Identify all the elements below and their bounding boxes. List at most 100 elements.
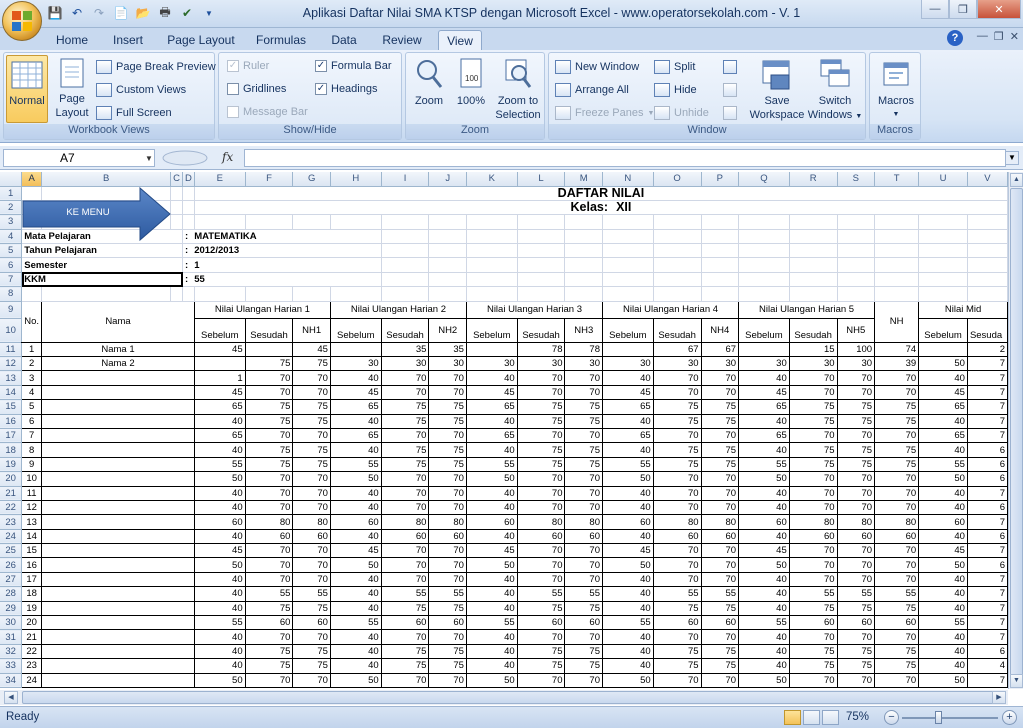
cell-value[interactable]: 70 <box>381 370 430 386</box>
spreadsheet-grid[interactable]: A B C D E F G H I J K L M N O P Q R S T U V 1 DAFTAR NILAI 2 Kela… <box>0 172 1008 689</box>
row-header[interactable]: 32 <box>0 644 23 660</box>
horizontal-scroll-thumb[interactable] <box>22 691 996 704</box>
row-header[interactable]: 14 <box>0 385 23 401</box>
cell-value[interactable]: 40 <box>194 572 246 588</box>
cell-value[interactable]: 60 <box>292 529 331 545</box>
cell-value[interactable]: 70 <box>701 572 740 588</box>
name-box-dropdown-icon[interactable]: ▼ <box>145 154 153 163</box>
cell-value[interactable]: 67 <box>653 342 702 358</box>
cell-value[interactable]: 40 <box>602 629 654 645</box>
full-screen-button[interactable]: Full Screen <box>96 104 172 122</box>
cell-value[interactable]: 60 <box>701 615 740 631</box>
cell[interactable] <box>874 243 920 259</box>
cell[interactable] <box>837 229 876 245</box>
cell-value[interactable]: 75 <box>517 442 566 458</box>
cell-value[interactable]: 75 <box>564 644 603 660</box>
cell-value[interactable]: 75 <box>292 442 331 458</box>
cell-value[interactable]: 55 <box>789 586 838 602</box>
cell-value[interactable]: 70 <box>517 500 566 516</box>
cell-value[interactable]: 40 <box>466 370 518 386</box>
cell-value[interactable]: 70 <box>245 486 294 501</box>
cell-value[interactable]: 75 <box>837 457 876 473</box>
cell-value[interactable]: 65 <box>918 399 968 415</box>
ruler-checkbox[interactable]: ✓ Ruler <box>227 57 269 75</box>
cell-value[interactable]: 40 <box>738 529 790 545</box>
cell[interactable] <box>738 272 790 288</box>
cell-value[interactable]: 40 <box>330 658 382 674</box>
cell-value[interactable]: 55 <box>517 586 566 602</box>
row-header[interactable]: 25 <box>0 543 23 559</box>
cell-value[interactable]: 75 <box>245 356 294 372</box>
cell-value[interactable]: 75 <box>428 442 467 458</box>
cell-value[interactable]: 7 <box>967 586 1008 602</box>
column-header-l[interactable]: L <box>517 172 566 187</box>
cell-no[interactable]: 10 <box>21 471 43 487</box>
cell-value[interactable]: 70 <box>381 428 430 444</box>
scroll-down-icon[interactable]: ▼ <box>1010 674 1023 688</box>
cell-value[interactable]: 75 <box>653 399 702 415</box>
cell-value[interactable]: 70 <box>517 471 566 487</box>
cell-value[interactable]: 40 <box>194 414 246 429</box>
cell[interactable] <box>738 214 790 230</box>
cell[interactable] <box>701 257 740 273</box>
cell-value[interactable]: 70 <box>837 471 876 487</box>
cell-value[interactable]: 75 <box>653 457 702 473</box>
cell-value[interactable]: 60 <box>701 529 740 545</box>
cell-value[interactable]: 40 <box>466 586 518 602</box>
cell-value[interactable]: 60 <box>194 514 246 530</box>
cell[interactable] <box>517 214 566 230</box>
cell-value[interactable]: 7 <box>967 414 1008 429</box>
cell-value[interactable]: 80 <box>292 514 331 530</box>
cell-value[interactable]: 70 <box>874 629 920 645</box>
cell-value[interactable]: 40 <box>466 601 518 617</box>
zoom-button[interactable]: Zoom <box>410 57 448 108</box>
cell-value[interactable]: 60 <box>653 615 702 631</box>
cell-value[interactable]: 70 <box>789 500 838 516</box>
cell[interactable] <box>564 229 603 245</box>
cell-value[interactable]: 40 <box>918 644 968 660</box>
cell-value[interactable]: 45 <box>330 543 382 559</box>
cell-value[interactable]: 40 <box>738 370 790 386</box>
cell-value[interactable]: 45 <box>918 543 968 559</box>
ke-menu-button[interactable]: KE MENU <box>22 186 172 242</box>
cell-value[interactable]: 50 <box>738 471 790 487</box>
column-header-g[interactable]: G <box>292 172 331 187</box>
cell-value[interactable]: 70 <box>428 543 467 559</box>
close-icon[interactable]: ✕ <box>977 0 1021 19</box>
column-header-n[interactable]: N <box>602 172 654 187</box>
cell-value[interactable]: 74 <box>874 342 920 358</box>
cell-no[interactable]: 9 <box>21 457 43 473</box>
row-header[interactable]: 19 <box>0 457 23 473</box>
row-header[interactable]: 22 <box>0 500 23 516</box>
cell-value[interactable]: 40 <box>330 414 382 429</box>
cell[interactable] <box>837 257 876 273</box>
cell-value[interactable]: 55 <box>564 586 603 602</box>
cell-value[interactable]: 40 <box>738 644 790 660</box>
cell[interactable] <box>517 243 566 259</box>
cell-value[interactable]: 40 <box>466 529 518 545</box>
cell-value[interactable]: 40 <box>194 486 246 501</box>
cell-value[interactable]: 40 <box>738 586 790 602</box>
cell-value[interactable]: 60 <box>789 615 838 631</box>
cell-value[interactable]: 70 <box>428 500 467 516</box>
row-header[interactable]: 11 <box>0 342 23 358</box>
row-header[interactable]: 30 <box>0 615 23 631</box>
cell-value[interactable]: 55 <box>738 615 790 631</box>
reset-position-button[interactable] <box>723 104 737 122</box>
cell-value[interactable]: 40 <box>738 486 790 501</box>
cell-value[interactable]: 70 <box>517 370 566 386</box>
cell-value[interactable]: 75 <box>701 442 740 458</box>
cell-value[interactable]: 65 <box>738 399 790 415</box>
cell[interactable] <box>789 257 838 273</box>
cell-value[interactable]: 70 <box>517 557 566 573</box>
column-header-e[interactable]: E <box>194 172 246 187</box>
cell-no[interactable]: 7 <box>21 428 43 444</box>
cell-value[interactable]: 60 <box>874 529 920 545</box>
cell-value[interactable]: 70 <box>653 370 702 386</box>
row-header[interactable]: 6 <box>0 257 23 273</box>
cell[interactable] <box>466 286 518 302</box>
cell-value[interactable]: 75 <box>789 644 838 660</box>
name-box[interactable]: A7 <box>3 149 155 167</box>
cell-value[interactable]: 70 <box>789 543 838 559</box>
cell-value[interactable]: 30 <box>789 356 838 372</box>
